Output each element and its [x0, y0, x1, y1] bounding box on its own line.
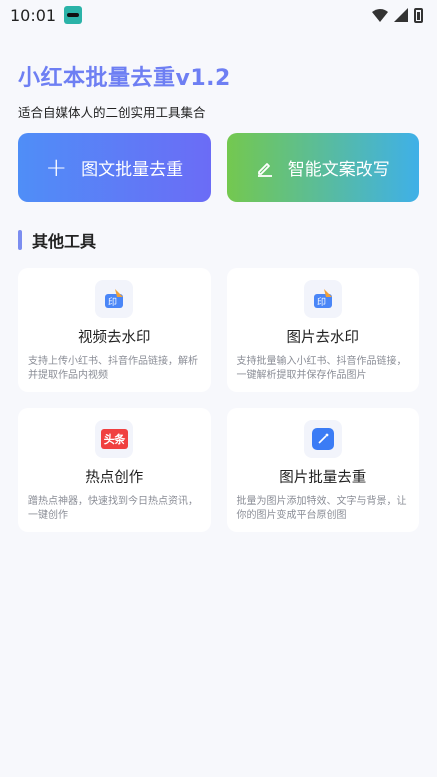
app-notification-icon	[64, 6, 83, 24]
tool-grid: 印 视频去水印 支持上传小红书、抖音作品链接，解析并提取作品内视频 印 图片去水…	[0, 252, 437, 532]
app-title: 小红本批量去重v1.2	[18, 66, 231, 91]
tool-title: 图片去水印	[286, 330, 360, 346]
wifi-icon	[372, 8, 388, 22]
smart-rewrite-label: 智能文案改写	[287, 160, 390, 180]
smart-rewrite-button[interactable]: 智能文案改写	[226, 133, 419, 202]
tool-card-image-watermark[interactable]: 印 图片去水印 支持批量输入小红书、抖音作品链接，一键解析提取并保存作品图片	[226, 268, 419, 392]
plus-icon: +	[45, 152, 68, 183]
card-icon-wrap: 头条	[95, 420, 134, 458]
tool-card-image-dedupe[interactable]: 图片批量去重 批量为图片添加特效、文字与背景，让你的图片变成平台原创图	[226, 408, 419, 532]
section-title: 其他工具	[32, 232, 97, 251]
pen-icon	[257, 162, 272, 177]
signal-icon	[394, 8, 408, 22]
tool-card-hot-topics[interactable]: 头条 热点创作 蹭热点神器，快速找到今日热点资讯，一键创作	[18, 408, 211, 532]
tool-desc: 批量为图片添加特效、文字与背景，让你的图片变成平台原创图	[236, 496, 407, 521]
status-time: 10:01	[10, 5, 57, 25]
card-icon-wrap: 印	[95, 280, 134, 318]
status-right	[372, 7, 423, 23]
header: 小红本批量去重v1.2 适合自媒体人的二创实用工具集合	[0, 30, 437, 121]
status-bar: 10:01	[0, 0, 437, 30]
card-icon-wrap	[303, 420, 342, 458]
app-subtitle: 适合自媒体人的二创实用工具集合	[18, 105, 206, 120]
card-icon-wrap: 印	[303, 280, 342, 318]
section-header: 其他工具	[0, 202, 437, 252]
watermark-stamp-icon: 印	[313, 289, 332, 308]
section-bar	[18, 230, 22, 250]
battery-icon	[414, 7, 423, 23]
tool-desc: 蹭热点神器，快速找到今日热点资讯，一键创作	[28, 496, 198, 521]
magic-wand-icon	[311, 428, 334, 450]
toutiao-icon: 头条	[100, 429, 128, 449]
tool-title: 图片批量去重	[279, 470, 367, 486]
tool-desc: 支持批量输入小红书、抖音作品链接，一键解析提取并保存作品图片	[236, 356, 407, 381]
svg-text:印: 印	[108, 296, 117, 308]
tool-title: 热点创作	[85, 470, 144, 486]
action-row: + 图文批量去重 智能文案改写	[0, 121, 437, 202]
batch-dedupe-button[interactable]: + 图文批量去重	[18, 133, 211, 202]
tool-card-video-watermark[interactable]: 印 视频去水印 支持上传小红书、抖音作品链接，解析并提取作品内视频	[18, 268, 211, 392]
svg-text:印: 印	[317, 296, 326, 308]
batch-dedupe-label: 图文批量去重	[81, 160, 184, 180]
tool-title: 视频去水印	[78, 330, 151, 346]
watermark-stamp-icon: 印	[105, 289, 124, 308]
tool-desc: 支持上传小红书、抖音作品链接，解析并提取作品内视频	[28, 356, 198, 381]
status-left: 10:01	[10, 5, 83, 25]
